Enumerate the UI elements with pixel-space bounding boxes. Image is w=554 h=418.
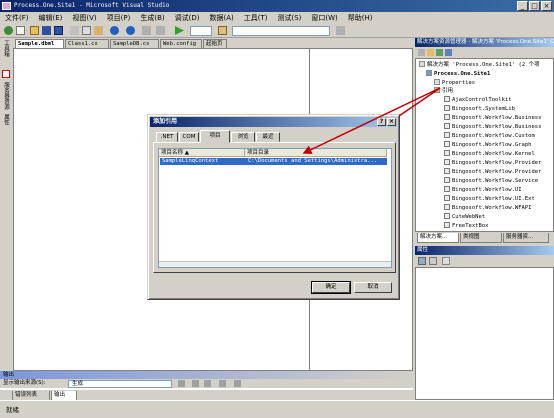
dialog-tab-projects[interactable]: 项目	[200, 130, 230, 143]
arrow-references-to-project	[302, 87, 441, 154]
annotation-arrows	[302, 87, 441, 154]
arrow-references-to-dialog	[398, 87, 441, 117]
